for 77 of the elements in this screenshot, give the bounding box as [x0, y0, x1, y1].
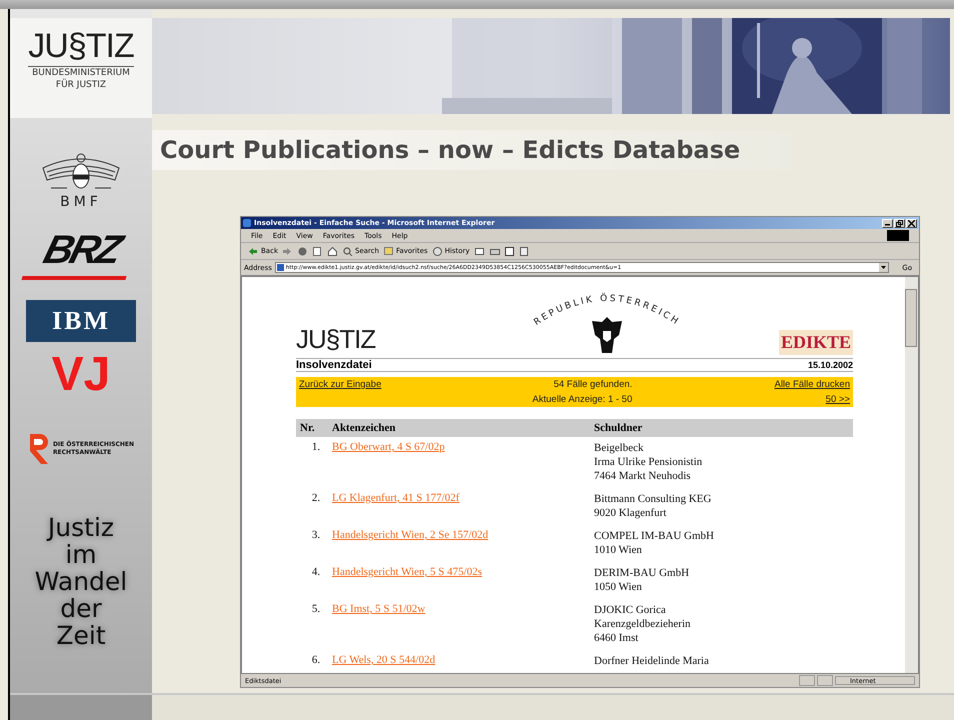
printer-icon: [490, 246, 500, 256]
restore-icon: [896, 220, 903, 226]
tagline-text: Justiz: [48, 514, 114, 541]
debtor-text: 1050 Wien: [594, 580, 643, 594]
tagline-text: Wandel: [34, 568, 128, 595]
edikte-badge: EDIKTE: [778, 330, 853, 355]
status-panel: [817, 675, 833, 686]
logo-subtitle: BUNDESMINISTERIUM: [32, 67, 130, 78]
status-panel: [799, 675, 815, 686]
brz-logo: BRZ: [22, 224, 140, 280]
debtor-text: 7464 Markt Neuhodis: [594, 469, 692, 483]
edit-button[interactable]: [504, 246, 515, 256]
dropdown-button[interactable]: [879, 263, 888, 272]
r-logo-icon: [28, 432, 50, 466]
row-number: 4.: [310, 566, 322, 580]
row-number: 5.: [310, 603, 322, 617]
debtor-text: 1010 Wien: [594, 543, 643, 557]
debtor-text: Beigelbeck: [594, 441, 644, 455]
debtor-text: Dorfner Heidelinde Maria: [594, 654, 710, 668]
date-text: 15.10.2002: [808, 360, 853, 370]
row-number: 6.: [310, 654, 322, 668]
column-header: Schuldner: [594, 422, 644, 434]
results-count: 54 Fälle gefunden.: [554, 379, 632, 390]
range-text: Aktuelle Anzeige: 1 - 50: [532, 394, 632, 405]
tagline-text: der: [60, 595, 102, 622]
home-button[interactable]: [328, 246, 338, 256]
mail-icon: [474, 246, 485, 256]
debtor-text: 6460 Imst: [594, 631, 640, 645]
row-number: 1.: [310, 441, 322, 455]
close-icon: [908, 220, 915, 226]
back-link[interactable]: Zurück zur Eingabe: [299, 379, 382, 390]
discuss-button[interactable]: [520, 246, 530, 256]
print-button[interactable]: [490, 246, 500, 256]
debtor-text: DJOKIC Gorica: [594, 603, 667, 617]
tagline-text: Zeit: [56, 622, 106, 649]
windows-logo-icon: [887, 230, 909, 241]
browser-icon: [243, 219, 251, 227]
vj-logo: VJ: [52, 348, 110, 402]
row-number: 3.: [310, 529, 322, 543]
home-icon: [328, 246, 338, 256]
restore-button[interactable]: [894, 218, 905, 228]
refresh-icon: [313, 246, 323, 256]
row-number: 2.: [310, 492, 322, 506]
stop-icon: [298, 246, 308, 256]
ibm-logo: IBM: [26, 300, 136, 342]
logo-subtitle: FÜR JUSTIZ: [56, 79, 106, 91]
debtor-text: COMPEL IM-BAU GmbH: [594, 529, 715, 543]
page-heading: Insolvenzdatei: [296, 359, 372, 371]
justiz-logo: JU§TIZ: [296, 324, 376, 355]
tagline-text: im: [65, 541, 97, 568]
debtor-text: Irma Ulrike Pensionistin: [594, 455, 704, 469]
next-page-link[interactable]: 50 >>: [826, 394, 850, 405]
page-icon: [520, 246, 530, 256]
debtor-text: Bittmann Consulting KEG: [594, 492, 712, 506]
stop-button[interactable]: [298, 246, 308, 256]
search-icon: [343, 246, 353, 256]
slide-title: Court Publications – now – Edicts Database: [159, 135, 742, 166]
minimize-button[interactable]: [882, 218, 893, 228]
refresh-button[interactable]: [313, 246, 323, 256]
debtor-text: 9020 Klagenfurt: [594, 506, 668, 520]
forward-arrow-icon: [283, 246, 293, 256]
close-button[interactable]: [906, 218, 917, 228]
logo-text: BMF: [60, 194, 102, 210]
folder-icon: [384, 246, 394, 256]
print-link[interactable]: Alle Fälle drucken: [774, 379, 850, 390]
clock-icon: [432, 246, 443, 256]
mail-button[interactable]: [474, 246, 485, 256]
logo-wordmark: JU§TIZ: [28, 26, 134, 67]
column-header: Aktenzeichen: [332, 422, 397, 434]
back-arrow-icon: [249, 246, 259, 256]
document-icon: [504, 246, 515, 256]
debtor-text: DERIM-BAU GmbH: [594, 566, 690, 580]
debtor-text: Karenzgeldbezieherin: [594, 617, 692, 631]
scroll-thumb[interactable]: [905, 289, 917, 347]
page-icon: [276, 264, 284, 271]
dropdown-arrow-icon: [881, 266, 886, 269]
column-header: Nr.: [300, 422, 316, 434]
